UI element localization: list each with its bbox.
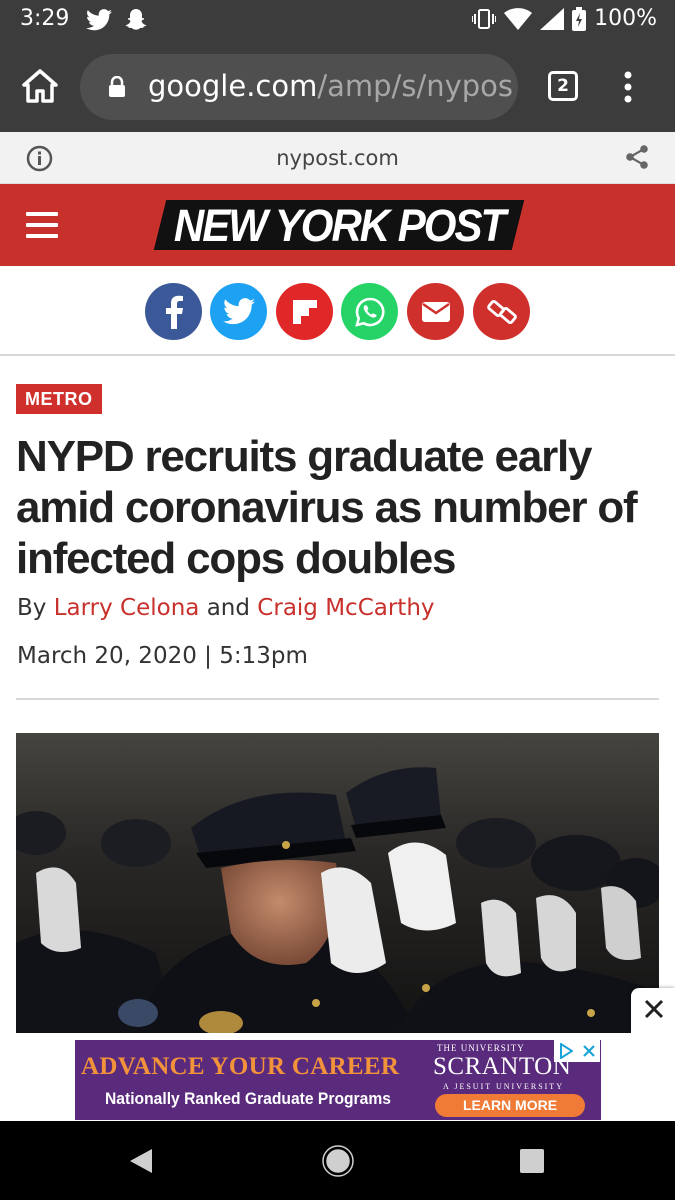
share-row: [0, 266, 675, 356]
hamburger-menu-icon[interactable]: [26, 212, 58, 238]
tab-switcher-button[interactable]: 2: [548, 71, 578, 101]
battery-icon: [572, 6, 587, 31]
adchoices-icon: [559, 1043, 573, 1059]
status-right-icons: 100%: [472, 6, 657, 31]
author-link-2[interactable]: Craig McCarthy: [257, 595, 434, 621]
article-photo[interactable]: [16, 733, 659, 1033]
copy-link-share-button[interactable]: [473, 283, 530, 340]
url-text: google.com/amp/s/nypos: [148, 69, 513, 103]
recents-icon[interactable]: [520, 1149, 544, 1173]
ad-container: ADVANCE YOUR CAREER Nationally Ranked Gr…: [0, 1033, 675, 1121]
article-headline: NYPD recruits graduate early amid corona…: [16, 432, 638, 583]
vibrate-icon: [472, 8, 497, 29]
amp-viewer-bar: nypost.com: [0, 132, 675, 184]
logo-text: NEW YORK POST: [173, 200, 506, 251]
article-date: March 20, 2020 | 5:13pm: [17, 643, 308, 669]
police-graduates-photo: [16, 733, 659, 1033]
status-time: 3:29: [20, 6, 70, 31]
ad-close-icon: [582, 1045, 595, 1057]
facebook-icon: [165, 295, 183, 329]
status-bar: 3:29 100%: [0, 0, 675, 42]
twitter-share-button[interactable]: [210, 283, 267, 340]
snapchat-icon: [125, 9, 147, 30]
url-host: google.com: [148, 69, 318, 103]
flipboard-icon: [292, 299, 317, 324]
site-header: NEW YORK POST: [0, 184, 675, 266]
status-left-icons: [86, 8, 148, 32]
signal-icon: [540, 7, 565, 30]
ad-close-button[interactable]: [631, 988, 675, 1034]
flipboard-share-button[interactable]: [276, 283, 333, 340]
divider: [16, 698, 659, 700]
byline-prefix: By: [17, 595, 47, 621]
link-icon: [486, 299, 517, 324]
author-link-1[interactable]: Larry Celona: [54, 595, 200, 621]
home-icon[interactable]: [20, 66, 60, 106]
ad-choices[interactable]: [554, 1040, 600, 1062]
site-logo[interactable]: NEW YORK POST: [153, 198, 525, 252]
android-nav-bar: [0, 1121, 675, 1200]
category-badge[interactable]: METRO: [16, 384, 102, 414]
back-icon[interactable]: [128, 1147, 154, 1175]
amp-domain: nypost.com: [276, 146, 399, 170]
ad-headline: ADVANCE YOUR CAREER: [81, 1053, 400, 1080]
byline-and: and: [206, 595, 250, 621]
facebook-share-button[interactable]: [145, 283, 202, 340]
whatsapp-share-button[interactable]: [341, 283, 398, 340]
share-icon[interactable]: [624, 144, 650, 170]
whatsapp-icon: [354, 297, 385, 327]
twitter-icon: [222, 298, 255, 325]
ad-banner[interactable]: ADVANCE YOUR CAREER Nationally Ranked Gr…: [75, 1040, 601, 1120]
ad-university-name: SCRANTON: [433, 1053, 572, 1080]
ad-subline: Nationally Ranked Graduate Programs: [105, 1089, 391, 1108]
lock-icon: [109, 76, 125, 97]
battery-percentage: 100%: [594, 6, 657, 31]
home-nav-icon[interactable]: [322, 1145, 354, 1177]
article-byline: By Larry Celona and Craig McCarthy: [17, 595, 435, 621]
browser-toolbar: google.com/amp/s/nypos 2: [0, 42, 675, 132]
more-menu-icon[interactable]: [620, 70, 636, 104]
email-icon: [421, 301, 450, 322]
email-share-button[interactable]: [407, 283, 464, 340]
ad-learn-more-button[interactable]: LEARN MORE: [435, 1094, 585, 1117]
url-path: /amp/s/nypos: [317, 69, 514, 103]
url-bar[interactable]: google.com/amp/s/nypos: [80, 54, 518, 120]
ad-university-tag: A JESUIT UNIVERSITY: [443, 1082, 564, 1091]
close-icon: [644, 999, 664, 1019]
twitter-icon: [86, 9, 112, 31]
wifi-icon: [504, 7, 533, 30]
ad-university-label: THE UNIVERSITY: [437, 1043, 525, 1053]
